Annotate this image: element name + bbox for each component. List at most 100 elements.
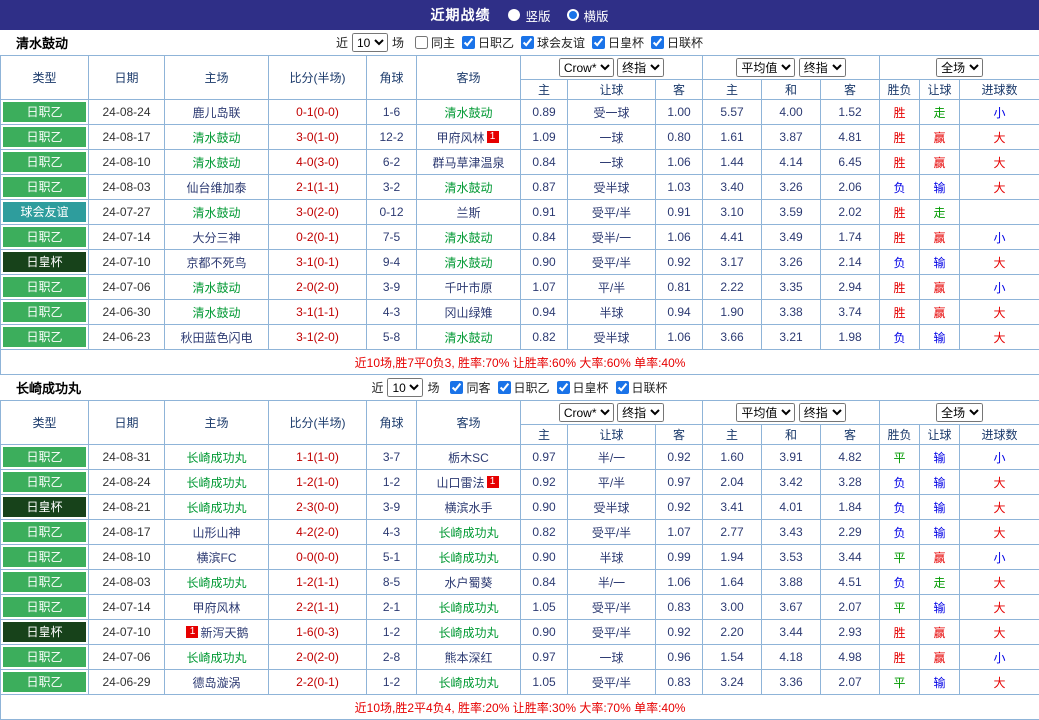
- away-team-link[interactable]: 长崎成功丸: [438, 524, 498, 541]
- match-score[interactable]: 1-2(1-0): [269, 470, 367, 495]
- match-score[interactable]: 2-2(0-1): [269, 670, 367, 695]
- full-match-select[interactable]: 全场: [936, 58, 983, 77]
- final-index-select[interactable]: 终指: [617, 58, 664, 77]
- full-match-select[interactable]: 全场: [936, 403, 983, 422]
- filter-同主[interactable]: 同主: [415, 34, 455, 51]
- home-team-link[interactable]: 长崎成功丸: [186, 499, 246, 516]
- games-count-select[interactable]: 10: [352, 33, 388, 52]
- filter-日联杯[interactable]: 日联杯: [651, 34, 703, 51]
- away-team-link[interactable]: 水户蜀葵: [444, 574, 492, 591]
- home-team-link[interactable]: 新泻天鹅: [200, 624, 248, 641]
- match-score[interactable]: 2-2(1-1): [269, 595, 367, 620]
- match-score[interactable]: 3-0(1-0): [269, 125, 367, 150]
- away-team-link[interactable]: 长崎成功丸: [438, 549, 498, 566]
- away-team-link[interactable]: 长崎成功丸: [438, 674, 498, 691]
- away-team-link[interactable]: 熊本深红: [444, 649, 492, 666]
- avg-draw-odds: 4.18: [762, 645, 821, 670]
- final-index-select[interactable]: 终指: [617, 403, 664, 422]
- filter-球会友谊[interactable]: 球会友谊: [521, 34, 585, 51]
- away-team-link[interactable]: 群马草津温泉: [432, 154, 504, 171]
- match-score[interactable]: 3-1(1-1): [269, 300, 367, 325]
- home-team-link[interactable]: 长崎成功丸: [186, 449, 246, 466]
- radio-icon[interactable]: [508, 9, 520, 21]
- home-team-link[interactable]: 横滨FC: [197, 549, 237, 566]
- asian-home-odds: 1.05: [521, 670, 568, 695]
- away-team-link[interactable]: 清水鼓动: [444, 179, 492, 196]
- match-score[interactable]: 1-2(1-1): [269, 570, 367, 595]
- average-select[interactable]: 平均值: [736, 58, 795, 77]
- match-score[interactable]: 2-1(1-1): [269, 175, 367, 200]
- away-team-link[interactable]: 甲府风林: [436, 129, 484, 146]
- home-team-link[interactable]: 甲府风林: [192, 599, 240, 616]
- away-team-link[interactable]: 千叶市原: [444, 279, 492, 296]
- match-score[interactable]: 1-1(1-0): [269, 445, 367, 470]
- home-team-link[interactable]: 山形山神: [192, 524, 240, 541]
- home-team-link[interactable]: 大分三神: [192, 229, 240, 246]
- home-team-link[interactable]: 清水鼓动: [192, 279, 240, 296]
- away-team-link[interactable]: 清水鼓动: [444, 329, 492, 346]
- filter-日皇杯[interactable]: 日皇杯: [592, 34, 644, 51]
- league-badge: 日职乙: [3, 472, 86, 492]
- filter-日皇杯[interactable]: 日皇杯: [557, 379, 609, 396]
- home-team-link[interactable]: 长崎成功丸: [186, 474, 246, 491]
- filter-checkbox[interactable]: [521, 36, 534, 49]
- winlose-result: 负: [880, 325, 920, 350]
- home-team-link[interactable]: 清水鼓动: [192, 129, 240, 146]
- games-count-select[interactable]: 10: [387, 378, 423, 397]
- away-team-link[interactable]: 清水鼓动: [444, 229, 492, 246]
- filter-checkbox[interactable]: [462, 36, 475, 49]
- filter-checkbox[interactable]: [450, 381, 463, 394]
- filter-checkbox[interactable]: [498, 381, 511, 394]
- odds-source-select[interactable]: Crow*: [559, 58, 614, 77]
- match-score[interactable]: 4-0(3-0): [269, 150, 367, 175]
- match-score[interactable]: 1-6(0-3): [269, 620, 367, 645]
- team-name-title: 长崎成功丸: [16, 378, 81, 397]
- filter-checkbox[interactable]: [557, 381, 570, 394]
- home-team-link[interactable]: 秋田蓝色闪电: [180, 329, 252, 346]
- final-index-select-2[interactable]: 终指: [799, 58, 846, 77]
- match-score[interactable]: 2-0(2-0): [269, 645, 367, 670]
- odds-source-select[interactable]: Crow*: [559, 403, 614, 422]
- home-team-link[interactable]: 清水鼓动: [192, 304, 240, 321]
- layout-radio-vertical[interactable]: 竖版: [508, 6, 550, 25]
- filter-checkbox[interactable]: [651, 36, 664, 49]
- away-team-link[interactable]: 栃木SC: [448, 449, 489, 466]
- layout-radio-horizontal[interactable]: 横版: [567, 6, 609, 25]
- home-team-link[interactable]: 京都不死鸟: [186, 254, 246, 271]
- away-team-link[interactable]: 清水鼓动: [444, 104, 492, 121]
- final-index-select-2[interactable]: 终指: [799, 403, 846, 422]
- match-score[interactable]: 3-1(2-0): [269, 325, 367, 350]
- away-team-link[interactable]: 清水鼓动: [444, 254, 492, 271]
- match-score[interactable]: 4-2(2-0): [269, 520, 367, 545]
- away-team-link[interactable]: 山口雷法: [436, 474, 484, 491]
- match-score[interactable]: 0-1(0-0): [269, 100, 367, 125]
- away-team-link[interactable]: 长崎成功丸: [438, 624, 498, 641]
- filter-日联杯[interactable]: 日联杯: [616, 379, 668, 396]
- home-team-link[interactable]: 长崎成功丸: [186, 649, 246, 666]
- match-score[interactable]: 3-0(2-0): [269, 200, 367, 225]
- home-team-link[interactable]: 鹿儿岛联: [192, 104, 240, 121]
- filter-checkbox[interactable]: [616, 381, 629, 394]
- filter-日职乙[interactable]: 日职乙: [498, 379, 550, 396]
- match-score[interactable]: 0-2(0-1): [269, 225, 367, 250]
- average-select[interactable]: 平均值: [736, 403, 795, 422]
- home-team-link[interactable]: 长崎成功丸: [186, 574, 246, 591]
- filter-日职乙[interactable]: 日职乙: [462, 34, 514, 51]
- filter-checkbox[interactable]: [592, 36, 605, 49]
- match-score[interactable]: 3-1(0-1): [269, 250, 367, 275]
- filter-checkbox[interactable]: [415, 36, 428, 49]
- home-team-link[interactable]: 德岛漩涡: [192, 674, 240, 691]
- away-team-link[interactable]: 长崎成功丸: [438, 599, 498, 616]
- away-team-link[interactable]: 横滨水手: [444, 499, 492, 516]
- match-score[interactable]: 0-0(0-0): [269, 545, 367, 570]
- match-score[interactable]: 2-3(0-0): [269, 495, 367, 520]
- away-team-link[interactable]: 兰斯: [456, 204, 480, 221]
- home-team-link[interactable]: 清水鼓动: [192, 204, 240, 221]
- radio-icon[interactable]: [567, 9, 579, 21]
- filter-同客[interactable]: 同客: [450, 379, 490, 396]
- home-team-link[interactable]: 仙台维加泰: [186, 179, 246, 196]
- match-score[interactable]: 2-0(2-0): [269, 275, 367, 300]
- home-team-link[interactable]: 清水鼓动: [192, 154, 240, 171]
- away-team-link[interactable]: 冈山绿雉: [444, 304, 492, 321]
- winlose-result: 平: [880, 595, 920, 620]
